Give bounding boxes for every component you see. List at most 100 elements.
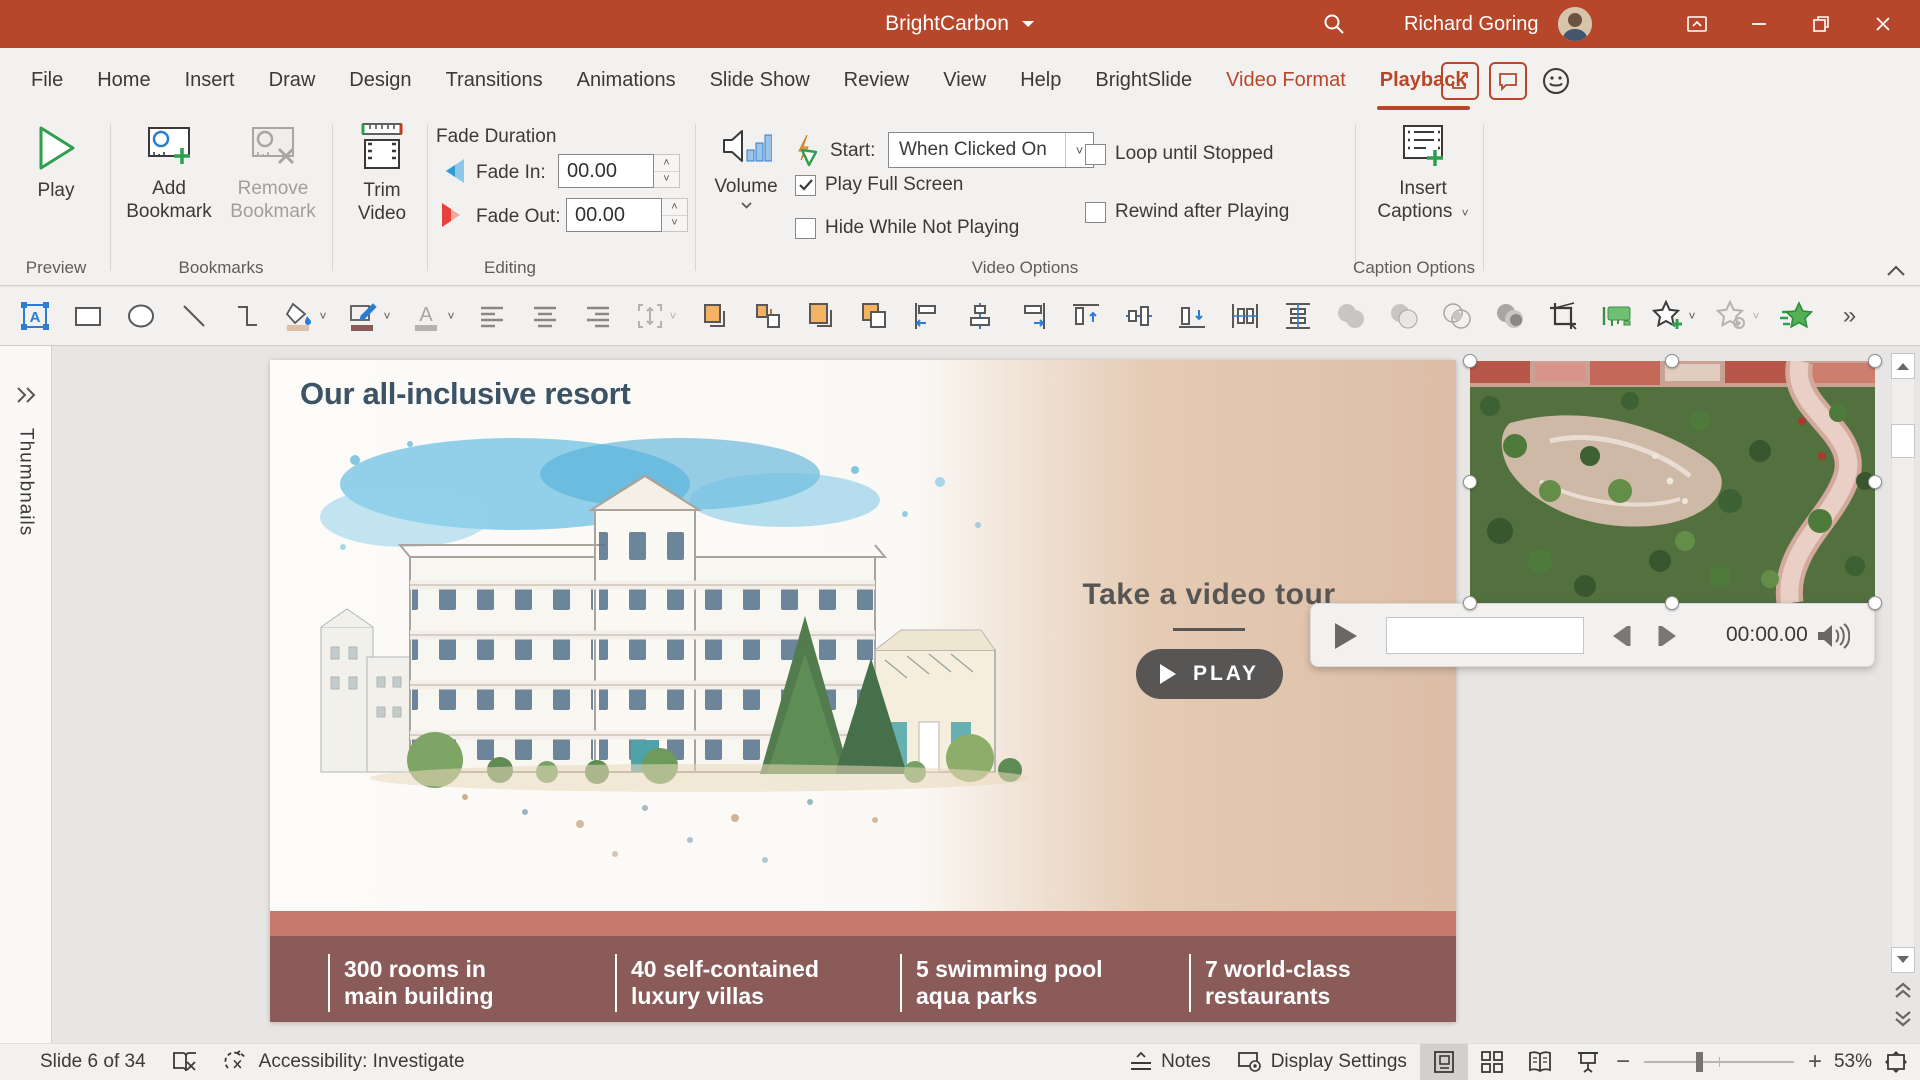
start-dropdown[interactable]: When Clicked On ˅ (888, 132, 1094, 168)
tab-transitions[interactable]: Transitions (429, 48, 560, 112)
restore-button[interactable] (1790, 0, 1852, 48)
notes-toggle[interactable]: Notes (1116, 1044, 1224, 1080)
rectangle-icon[interactable] (61, 293, 114, 339)
resize-handle-n[interactable] (1665, 354, 1679, 368)
send-backward-icon[interactable] (741, 293, 794, 339)
chevron-down-icon[interactable]: ˅ (1688, 309, 1695, 323)
tab-file[interactable]: File (14, 48, 80, 112)
app-menu-button[interactable]: BrightCarbon (885, 0, 1035, 48)
add-bookmark-button[interactable]: Add Bookmark (118, 122, 220, 223)
align-text-left-icon[interactable] (465, 293, 518, 339)
fade-in-input[interactable] (558, 154, 654, 188)
resize-handle-sw[interactable] (1463, 596, 1477, 610)
distribute-vertically-icon[interactable] (1271, 293, 1324, 339)
line-icon[interactable] (167, 293, 220, 339)
fill-color-icon[interactable]: ˅ (273, 293, 337, 339)
send-to-back-icon[interactable] (847, 293, 900, 339)
tab-design[interactable]: Design (332, 48, 428, 112)
merge-combine-icon[interactable] (1377, 293, 1430, 339)
player-volume-icon[interactable] (1816, 623, 1850, 649)
comments-button[interactable] (1489, 62, 1527, 100)
bring-forward-icon[interactable] (688, 293, 741, 339)
close-button[interactable] (1852, 0, 1914, 48)
chevron-down-icon[interactable]: ˅ (383, 309, 390, 323)
resize-handle-ne[interactable] (1868, 354, 1882, 368)
slide-title[interactable]: Our all-inclusive resort (300, 376, 631, 412)
volume-button[interactable]: Volume (700, 122, 792, 209)
resize-handle-w[interactable] (1463, 475, 1477, 489)
elbow-connector-icon[interactable] (220, 293, 273, 339)
avatar[interactable] (1558, 7, 1592, 41)
chevron-down-icon[interactable]: ˅ (1752, 309, 1759, 323)
distribute-horizontally-icon[interactable] (1218, 293, 1271, 339)
next-slide-button[interactable] (1893, 1010, 1913, 1028)
align-objects-center-icon[interactable] (953, 293, 1006, 339)
tab-insert[interactable]: Insert (168, 48, 252, 112)
scroll-up-button[interactable] (1891, 353, 1915, 379)
fade-out-input[interactable] (566, 198, 662, 232)
tab-video-format[interactable]: Video Format (1209, 48, 1363, 112)
rewind-after-playing-checkbox[interactable]: Rewind after Playing (1085, 201, 1289, 223)
align-text-right-icon[interactable] (571, 293, 624, 339)
merge-intersect-icon[interactable] (1430, 293, 1483, 339)
resize-handle-se[interactable] (1868, 596, 1882, 610)
previous-frame-icon[interactable] (1607, 624, 1635, 648)
insert-captions-button[interactable]: Insert Captions ˅ (1372, 122, 1474, 225)
bring-to-front-icon[interactable] (794, 293, 847, 339)
tab-help[interactable]: Help (1003, 48, 1078, 112)
tab-review[interactable]: Review (827, 48, 927, 112)
callout-icon[interactable] (1589, 293, 1642, 339)
display-settings-button[interactable]: Display Settings (1224, 1044, 1420, 1080)
merge-union-icon[interactable] (1324, 293, 1377, 339)
tab-view[interactable]: View (926, 48, 1003, 112)
slide-6[interactable]: Our all-inclusive resort Take a video to… (270, 360, 1456, 1022)
chevron-down-icon[interactable]: ˅ (447, 309, 454, 323)
resize-handle-e[interactable] (1868, 475, 1882, 489)
view-reading-button[interactable] (1516, 1044, 1564, 1080)
oval-icon[interactable] (114, 293, 167, 339)
align-text-center-icon[interactable] (518, 293, 571, 339)
previous-slide-button[interactable] (1893, 981, 1913, 999)
spell-check-icon[interactable] (172, 1050, 198, 1074)
video-object[interactable] (1470, 361, 1875, 603)
player-play-icon[interactable] (1333, 621, 1359, 651)
merge-subtract-icon[interactable] (1483, 293, 1536, 339)
fade-in-up-arrow[interactable]: ˄ (654, 155, 679, 172)
player-progress-bar[interactable] (1386, 617, 1584, 654)
zoom-slider-thumb[interactable] (1696, 1052, 1704, 1072)
align-objects-bottom-icon[interactable] (1165, 293, 1218, 339)
font-color-icon[interactable]: A ˅ (401, 293, 465, 339)
collapse-ribbon-button[interactable] (1886, 265, 1906, 277)
align-objects-left-icon[interactable] (900, 293, 953, 339)
resize-handle-nw[interactable] (1463, 354, 1477, 368)
fade-in-down-arrow[interactable]: ˅ (654, 172, 679, 188)
account-name[interactable]: Richard Goring (1404, 0, 1539, 48)
align-objects-top-icon[interactable] (1059, 293, 1112, 339)
chevron-down-icon[interactable]: ˅ (669, 309, 676, 323)
fade-out-down-arrow[interactable]: ˅ (662, 216, 687, 232)
animation-star-icon[interactable] (1770, 293, 1823, 339)
search-icon[interactable] (1322, 12, 1346, 36)
star-settings-icon[interactable]: ˅ (1706, 293, 1770, 339)
remove-bookmark-button[interactable]: Remove Bookmark (222, 122, 324, 223)
text-box-icon[interactable]: A (8, 293, 61, 339)
slide-play-button[interactable]: PLAY (1135, 649, 1283, 699)
accessibility-status[interactable]: Accessibility: Investigate (224, 1050, 465, 1074)
slide-indicator[interactable]: Slide 6 of 34 (40, 1051, 146, 1073)
align-objects-middle-icon[interactable] (1112, 293, 1165, 339)
hide-while-not-playing-checkbox[interactable]: Hide While Not Playing (795, 217, 1019, 239)
zoom-out-button[interactable]: − (1612, 1048, 1634, 1076)
scroll-down-button[interactable] (1891, 947, 1915, 973)
tab-animations[interactable]: Animations (560, 48, 693, 112)
expand-panel-icon[interactable] (15, 386, 37, 404)
add-star-icon[interactable]: ˅ (1642, 293, 1706, 339)
zoom-in-button[interactable]: + (1804, 1048, 1826, 1076)
fade-out-up-arrow[interactable]: ˄ (662, 199, 687, 216)
view-slide-sorter-button[interactable] (1468, 1044, 1516, 1080)
minimize-button[interactable] (1728, 0, 1790, 48)
play-full-screen-checkbox[interactable]: Play Full Screen (795, 174, 963, 196)
more-tools-icon[interactable]: » (1823, 293, 1876, 339)
tab-home[interactable]: Home (80, 48, 167, 112)
view-normal-button[interactable] (1419, 1043, 1468, 1080)
align-objects-right-icon[interactable] (1006, 293, 1059, 339)
